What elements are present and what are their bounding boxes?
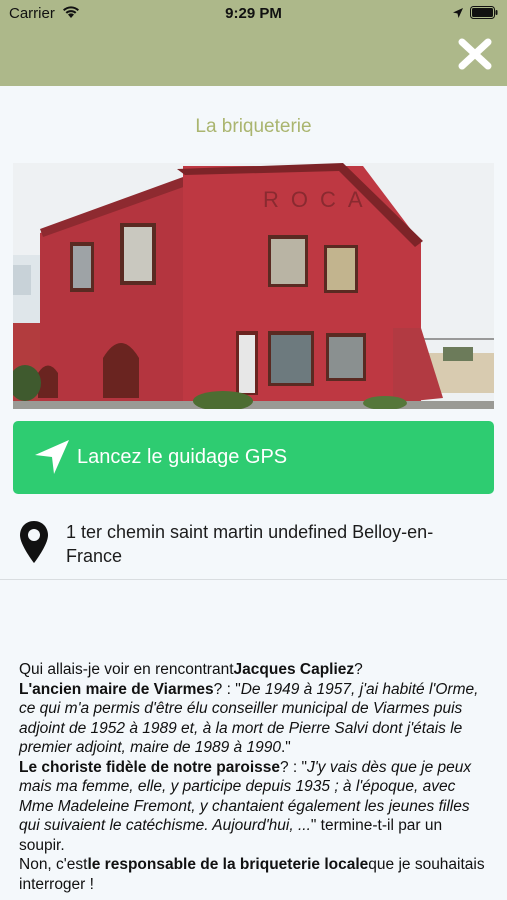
gps-guidance-button[interactable]: Lancez le guidage GPS [13, 421, 494, 494]
status-bar: Carrier 9:29 PM [0, 0, 507, 28]
text-span: ." [280, 739, 291, 756]
building-sign-text: ROCA [263, 187, 375, 212]
description-paragraph: Le choriste fidèle de notre paroisse? : … [19, 758, 489, 856]
text-span: ? [354, 661, 363, 678]
description-text: Qui allais-je voir en rencontrantJacques… [19, 660, 489, 894]
text-span: ? : " [280, 758, 308, 776]
description-paragraph: Non, c'estle responsable de la briqueter… [19, 855, 489, 894]
address-row: 1 ter chemin saint martin undefined Bell… [0, 510, 507, 580]
battery-icon [470, 6, 498, 23]
description-paragraph: Qui allais-je voir en rencontrantJacques… [19, 660, 489, 680]
subheading: le responsable de la briqueterie locale [87, 856, 369, 873]
location-services-icon [452, 6, 464, 23]
navigation-arrow-icon [35, 440, 69, 474]
text-span: Non, c'est [19, 856, 88, 873]
text-span: Qui allais-je voir en rencontrant [19, 661, 234, 678]
subheading: Le choriste fidèle de notre paroisse [19, 758, 280, 776]
text-span: ? : " [213, 680, 241, 698]
clock: 9:29 PM [225, 5, 282, 22]
close-x-icon [458, 38, 492, 70]
person-name: Jacques Capliez [233, 661, 355, 678]
page-title: La briqueterie [195, 116, 312, 137]
building-photo: ROCA [13, 163, 494, 409]
address-text: 1 ter chemin saint martin undefined Bell… [66, 522, 434, 566]
gps-button-label: Lancez le guidage GPS [77, 446, 288, 468]
subheading: L'ancien maire de Viarmes [19, 680, 214, 698]
description-paragraph: L'ancien maire de Viarmes? : "De 1949 à … [19, 680, 489, 758]
close-button[interactable] [456, 36, 494, 72]
map-pin-icon [20, 521, 48, 563]
